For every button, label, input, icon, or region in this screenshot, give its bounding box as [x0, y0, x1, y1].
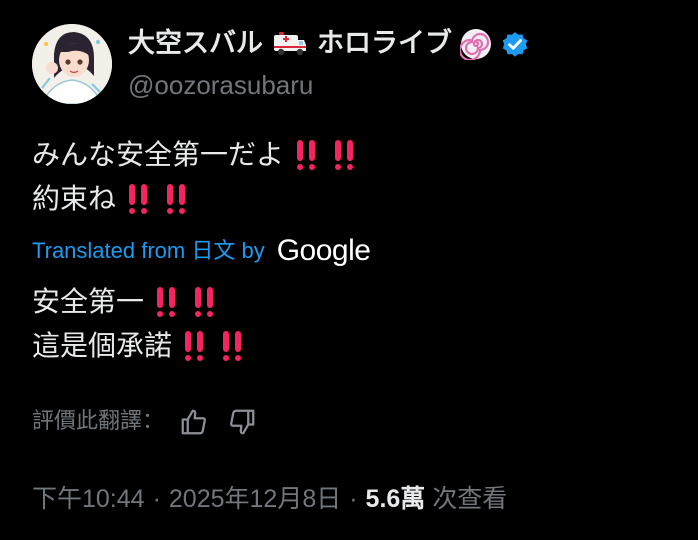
double-exclamation-icon [192, 285, 218, 319]
original-line-1-text: みんな安全第一だよ [32, 138, 285, 171]
ambulance-icon [273, 31, 307, 57]
original-line-1: みんな安全第一だよ [32, 133, 358, 177]
meta-separator: · [152, 485, 161, 513]
tweet-original-text: みんな安全第一だよ 約束ね [32, 133, 358, 221]
translated-from-link[interactable]: Translated from 日文 by [32, 234, 265, 268]
double-exclamation-icon [164, 182, 190, 216]
verified-check-icon[interactable] [500, 29, 530, 59]
author-display-name[interactable]: 大空スバル ホロライブ [128, 24, 530, 64]
display-name-part1: 大空スバル [128, 28, 263, 59]
views-label: 次查看 [432, 485, 508, 513]
double-exclamation-icon [220, 329, 246, 363]
thumbs-up-icon[interactable] [176, 404, 212, 440]
hololive-spiral-badge-icon[interactable] [460, 28, 492, 60]
translated-line-1-text: 安全第一 [32, 285, 145, 318]
double-exclamation-icon [332, 138, 358, 172]
tweet-detail: 大空スバル ホロライブ @oozorasubaru みんな安全第一だよ 約束ね … [0, 0, 698, 540]
display-name-part2: ホロライブ [317, 28, 452, 59]
tweet-time[interactable]: 下午10:44 [32, 481, 145, 517]
views-count: 5.6萬 [365, 485, 426, 513]
tweet-meta: 下午10:44 · 2025年12月8日 · 5.6萬 次查看 [32, 481, 507, 517]
rate-translation: 評價此翻譯： [32, 404, 260, 440]
google-logo: Google [276, 234, 371, 267]
translated-line-1: 安全第一 [32, 280, 246, 324]
avatar[interactable] [32, 24, 112, 104]
translated-line-2: 這是個承諾 [32, 324, 246, 368]
original-line-2-text: 約束ね [32, 182, 117, 215]
author-handle[interactable]: @oozorasubaru [128, 68, 313, 102]
thumbs-down-icon[interactable] [224, 404, 260, 440]
double-exclamation-icon [182, 329, 208, 363]
original-line-2: 約束ね [32, 177, 358, 221]
double-exclamation-icon [154, 285, 180, 319]
meta-separator: · [349, 485, 358, 513]
double-exclamation-icon [126, 182, 152, 216]
rate-translation-label: 評價此翻譯： [32, 409, 165, 434]
tweet-date[interactable]: 2025年12月8日 [169, 481, 341, 517]
tweet-translated-text: 安全第一 這是個承諾 [32, 280, 246, 368]
translation-attribution: Translated from 日文 by Google [32, 234, 371, 268]
translated-line-2-text: 這是個承諾 [32, 329, 173, 362]
double-exclamation-icon [294, 138, 320, 172]
